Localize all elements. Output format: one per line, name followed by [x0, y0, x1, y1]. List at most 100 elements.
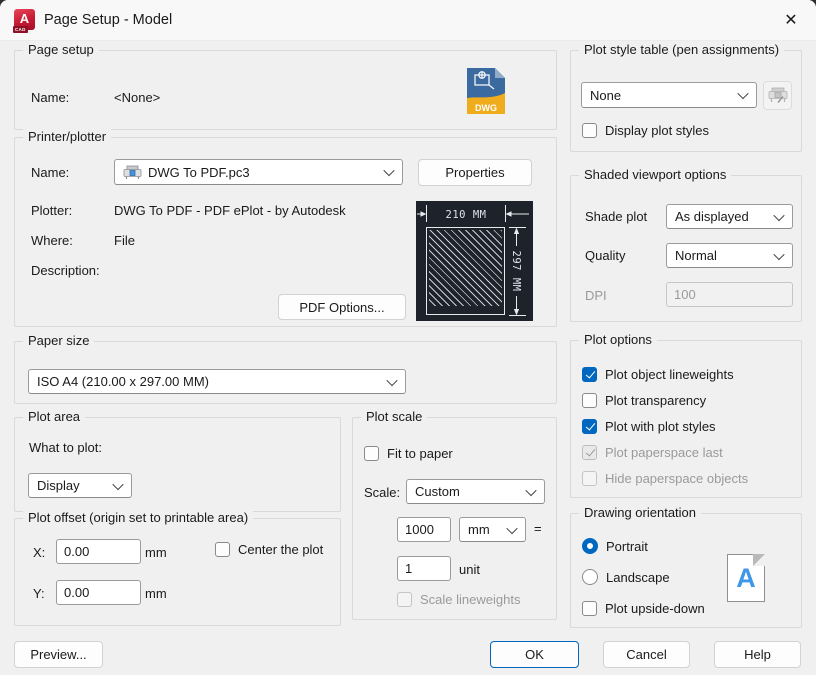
offset-y-unit: mm — [145, 586, 167, 601]
fit-to-paper-row: Fit to paper — [364, 446, 453, 461]
page-setup-name-value: <None> — [114, 90, 161, 105]
plotter-label: Plotter: — [31, 203, 73, 218]
portrait-label: Portrait — [606, 538, 648, 554]
printer-name-label: Name: — [31, 165, 70, 180]
group-plot-area: Plot area What to plot: Display — [14, 409, 341, 512]
radio-landscape[interactable] — [582, 569, 598, 585]
offset-y-label: Y: — [33, 586, 45, 601]
group-plot-style-table-legend: Plot style table (pen assignments) — [579, 42, 785, 57]
scale-combo[interactable]: Custom — [406, 479, 545, 504]
properties-button[interactable]: Properties — [418, 159, 532, 186]
ok-button[interactable]: OK — [490, 641, 579, 668]
paper-size-combo[interactable]: ISO A4 (210.00 x 297.00 MM) — [28, 369, 406, 394]
shade-plot-value: As displayed — [675, 209, 749, 224]
close-icon[interactable]: ✕ — [770, 0, 812, 40]
plot-option-label: Plot transparency — [605, 393, 707, 408]
dpi-label: DPI — [585, 288, 607, 303]
what-to-plot-value: Display — [37, 478, 80, 493]
group-plot-area-legend: Plot area — [23, 409, 86, 424]
checkbox-display-plot-styles[interactable] — [582, 123, 597, 138]
dialog-title: Page Setup - Model — [44, 12, 173, 28]
checkbox-scale-lineweights — [397, 592, 412, 607]
scale-denominator-input[interactable] — [397, 556, 451, 581]
paper-size-value: ISO A4 (210.00 x 297.00 MM) — [37, 374, 209, 389]
group-plot-options: Plot options Plot object lineweights Plo… — [570, 332, 802, 498]
plot-option-row: Plot transparency — [582, 393, 706, 408]
scale-numerator-input[interactable] — [397, 517, 451, 542]
group-shaded-viewport-legend: Shaded viewport options — [579, 167, 732, 182]
checkbox-plot-transparency[interactable] — [582, 393, 597, 408]
landscape-label: Landscape — [606, 569, 670, 585]
edit-plot-style-button — [763, 81, 792, 110]
page-setup-name-label: Name: — [31, 90, 70, 105]
shade-plot-combo[interactable]: As displayed — [666, 204, 793, 229]
chevron-down-icon — [737, 87, 749, 100]
group-paper-size-legend: Paper size — [23, 333, 95, 348]
pdf-options-button[interactable]: PDF Options... — [278, 294, 406, 320]
radio-portrait[interactable] — [582, 538, 598, 554]
plot-style-value: None — [590, 87, 622, 103]
dwg-file-icon: DWG — [467, 68, 505, 114]
checkbox-plot-with-plot-styles[interactable] — [582, 419, 597, 434]
orientation-paper-letter: A — [736, 563, 756, 593]
group-printer-plotter: Printer/plotter Name: DWG To PDF.pc3 Pro… — [14, 129, 557, 327]
offset-y-input[interactable] — [56, 580, 141, 605]
offset-x-input[interactable] — [56, 539, 141, 564]
display-plot-styles-label: Display plot styles — [605, 123, 710, 138]
group-plot-scale: Plot scale Fit to paper Scale: Custom mm… — [352, 409, 557, 620]
scale-unit-value: mm — [468, 522, 490, 537]
where-value: File — [114, 233, 135, 248]
checkbox-plot-upside-down[interactable] — [582, 601, 597, 616]
group-printer-plotter-legend: Printer/plotter — [23, 129, 112, 144]
fit-to-paper-label: Fit to paper — [387, 446, 453, 461]
scale-unit-combo[interactable]: mm — [459, 517, 526, 542]
group-shaded-viewport: Shaded viewport options Shade plot As di… — [570, 167, 802, 322]
autocad-app-icon-badge: CAD — [13, 26, 28, 33]
plot-option-label: Plot paperspace last — [605, 445, 723, 460]
plot-option-label: Hide paperspace objects — [605, 471, 749, 486]
edit-plot-style-icon — [768, 87, 787, 104]
paper-width-dimension: 210 MM — [446, 209, 487, 221]
plot-option-row: Plot object lineweights — [582, 367, 734, 382]
help-button[interactable]: Help — [714, 641, 801, 668]
checkbox-hide-paperspace-objects — [582, 471, 597, 486]
group-plot-scale-legend: Plot scale — [361, 409, 428, 424]
printer-name-combo[interactable]: DWG To PDF.pc3 — [114, 159, 403, 185]
autocad-app-icon: A CAD — [13, 9, 35, 33]
chevron-down-icon — [386, 374, 398, 386]
orientation-paper-icon: A — [727, 554, 765, 602]
preview-button[interactable]: Preview... — [14, 641, 103, 668]
what-to-plot-label: What to plot: — [29, 440, 102, 455]
plot-option-row: Plot paperspace last — [582, 445, 723, 460]
plot-upside-down-row: Plot upside-down — [582, 601, 705, 616]
checkbox-center-the-plot[interactable] — [215, 542, 230, 557]
checkbox-plot-paperspace-last — [582, 445, 597, 460]
checkbox-fit-to-paper[interactable] — [364, 446, 379, 461]
unit-label: unit — [459, 562, 480, 577]
dwg-file-icon-text: DWG — [475, 103, 497, 113]
paper-preview-dimensions: 210 MM 297 MM — [417, 205, 529, 316]
where-label: Where: — [31, 233, 73, 248]
shade-plot-label: Shade plot — [585, 209, 648, 224]
chevron-down-icon — [112, 478, 124, 490]
group-plot-offset-legend: Plot offset (origin set to printable are… — [23, 510, 254, 525]
scale-label: Scale: — [364, 485, 401, 500]
scale-value: Custom — [415, 484, 460, 499]
equals-sign: = — [534, 521, 542, 536]
group-page-setup-legend: Page setup — [23, 42, 99, 57]
description-label: Description: — [31, 263, 100, 278]
checkbox-plot-object-lineweights[interactable] — [582, 367, 597, 382]
center-the-plot-label: Center the plot — [238, 542, 324, 557]
group-page-setup: Page setup Name: <None> DWG — [14, 42, 557, 130]
what-to-plot-combo[interactable]: Display — [28, 473, 132, 498]
chevron-down-icon — [506, 522, 518, 534]
offset-x-label: X: — [33, 545, 46, 560]
cancel-button[interactable]: Cancel — [603, 641, 690, 668]
plot-option-row: Plot with plot styles — [582, 419, 716, 434]
quality-combo[interactable]: Normal — [666, 243, 793, 268]
portrait-row: Portrait — [582, 538, 648, 554]
center-plot-row: Center the plot — [215, 542, 323, 557]
plot-style-combo[interactable]: None — [581, 82, 757, 108]
scale-lineweights-row: Scale lineweights — [397, 592, 520, 607]
quality-label: Quality — [585, 248, 626, 263]
